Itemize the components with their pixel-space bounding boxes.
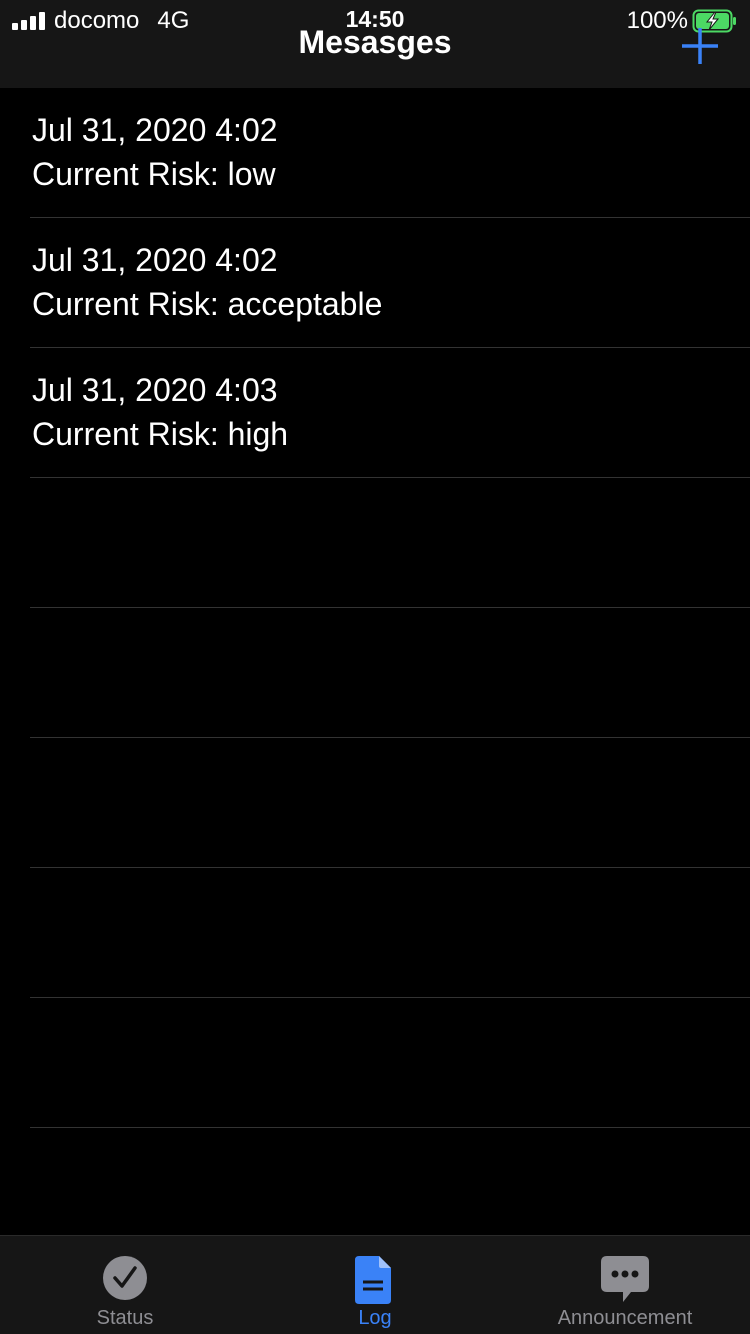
empty-list-item [30,738,750,868]
list-item[interactable]: Jul 31, 2020 4:02 Current Risk: low [30,88,750,218]
empty-list-item [30,478,750,608]
header: docomo 4G 14:50 100% Mesasges [0,0,750,88]
tab-announcement[interactable]: Announcement [500,1236,750,1334]
empty-list-item [30,608,750,738]
message-date: Jul 31, 2020 4:02 [32,242,278,278]
page-title: Mesasges [298,24,452,60]
chat-bubble-icon [601,1256,649,1302]
empty-list-item [30,868,750,998]
messages-list: Jul 31, 2020 4:02 Current Risk: low Jul … [0,88,750,1128]
app-screen: docomo 4G 14:50 100% Mesasges Jul 31, 20… [0,0,750,1334]
document-icon [355,1256,391,1304]
message-date: Jul 31, 2020 4:03 [32,372,278,408]
plus-icon [682,28,718,64]
message-risk: Current Risk: acceptable [32,286,383,322]
tab-log[interactable]: Log [250,1236,500,1334]
add-button[interactable] [680,26,720,66]
message-risk: Current Risk: low [32,156,276,192]
empty-list-item [30,998,750,1128]
tab-status[interactable]: Status [0,1236,250,1334]
checkmark-circle-icon [103,1256,147,1300]
list-item[interactable]: Jul 31, 2020 4:02 Current Risk: acceptab… [30,218,750,348]
tab-label: Status [96,1307,154,1329]
list-item[interactable]: Jul 31, 2020 4:03 Current Risk: high [30,348,750,478]
tab-bar: Status Log Announcement [0,1235,750,1334]
tab-label: Announcement [557,1307,693,1329]
tab-label: Log [358,1307,392,1329]
message-risk: Current Risk: high [32,416,289,452]
message-date: Jul 31, 2020 4:02 [32,112,278,148]
